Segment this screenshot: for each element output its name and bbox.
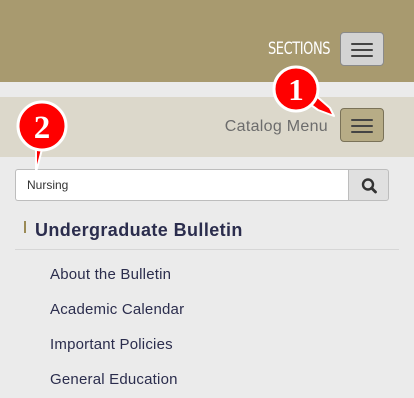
- hamburger-menu-icon: [351, 119, 373, 121]
- nav-heading[interactable]: Undergraduate Bulletin: [35, 220, 243, 241]
- hamburger-menu-icon: [351, 43, 373, 45]
- nav-item-general-education[interactable]: General Education: [50, 371, 178, 388]
- nav-divider: [15, 249, 399, 250]
- active-section-marker: [24, 221, 26, 233]
- callout-marker-2: 2: [16, 100, 68, 173]
- callout-number-1: 1: [288, 72, 304, 107]
- sections-menu-button[interactable]: [340, 32, 384, 66]
- sections-label: SECTIONS: [267, 39, 331, 59]
- nav-item-about-the-bulletin[interactable]: About the Bulletin: [50, 266, 171, 283]
- nav-item-academic-calendar[interactable]: Academic Calendar: [50, 301, 184, 318]
- callout-marker-1: 1: [272, 65, 335, 117]
- page: SECTIONS Catalog Menu Undergraduate Bull…: [0, 0, 414, 398]
- callout-number-2: 2: [34, 110, 51, 146]
- site-header: SECTIONS: [0, 0, 414, 82]
- search-button[interactable]: [348, 169, 389, 201]
- nav-item-important-policies[interactable]: Important Policies: [50, 336, 173, 353]
- search-icon: [361, 178, 377, 194]
